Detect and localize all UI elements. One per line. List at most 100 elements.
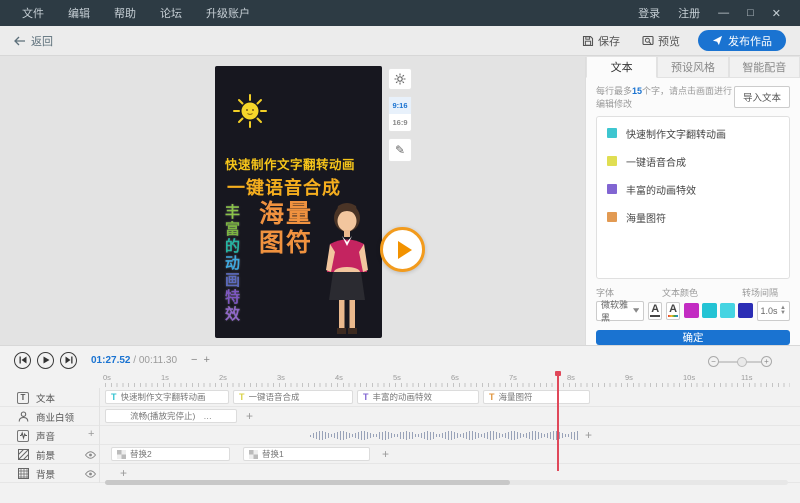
- ruler-tick-label: 6s: [451, 373, 459, 382]
- aspect-ratio-16-9[interactable]: 16:9: [389, 114, 411, 131]
- avatar-action-block[interactable]: 流畅(播放完停止)…: [105, 409, 237, 423]
- track-label-background: 背景: [0, 464, 100, 483]
- text-track-icon: T: [17, 392, 29, 404]
- track-content-text: T快速制作文字翻转动画 T一键语音合成 T丰富的动画特效 T海量图符: [105, 388, 800, 407]
- background-image-icon: [17, 468, 29, 480]
- track-label-character: 商业白领: [0, 407, 100, 426]
- transition-gap-label: 转场间隔: [742, 286, 790, 299]
- canvas-edit-button[interactable]: ✎: [388, 138, 412, 162]
- menu-item-文件[interactable]: 文件: [10, 5, 56, 21]
- playhead[interactable]: [557, 374, 559, 471]
- track-label-audio: 声音 +: [0, 426, 100, 445]
- publish-button[interactable]: 发布作品: [698, 30, 786, 51]
- tab-智能配音[interactable]: 智能配音: [729, 57, 800, 78]
- zoom-in-circle-icon[interactable]: +: [761, 356, 772, 367]
- color-swatch[interactable]: [684, 303, 699, 318]
- confirm-button[interactable]: 确定: [596, 330, 790, 345]
- line-limit-hint: 每行最多15个字，请点击画面进行编辑修改: [596, 84, 734, 110]
- text-lines-listbox[interactable]: 快速制作文字翻转动画一键语音合成丰富的动画特效海量图符: [596, 116, 790, 279]
- ruler-tick-label: 11s: [741, 373, 753, 382]
- person-icon: [17, 411, 29, 423]
- text-color-gradient-button[interactable]: A: [666, 302, 680, 320]
- visibility-eye-icon[interactable]: [84, 449, 96, 461]
- text-line-item[interactable]: 一键语音合成: [607, 154, 779, 169]
- save-button[interactable]: 保存: [582, 33, 620, 49]
- chevron-down-icon: [633, 308, 639, 313]
- color-swatch[interactable]: [720, 303, 735, 318]
- vertical-char: 富: [225, 221, 243, 238]
- tab-预设风格[interactable]: 预设风格: [657, 57, 728, 78]
- slide-big-line-a: 海量: [259, 200, 313, 229]
- transition-gap-stepper[interactable]: 1.0s ▲▼: [757, 301, 790, 321]
- more-icon[interactable]: …: [203, 411, 212, 421]
- slide-big-line-b: 图符: [259, 229, 313, 258]
- zoom-out-circle-icon[interactable]: −: [708, 356, 719, 367]
- text-line-item[interactable]: 丰富的动画特效: [607, 182, 779, 197]
- canvas-side-controls: 9:16 16:9 ✎: [388, 68, 412, 162]
- text-color-solid-button[interactable]: A: [648, 302, 662, 320]
- canvas-settings-button[interactable]: [388, 68, 412, 90]
- tab-文本[interactable]: 文本: [586, 57, 657, 78]
- zoom-slider-track[interactable]: [719, 361, 761, 363]
- foreground-block[interactable]: 替换2: [111, 447, 230, 461]
- timeline-text-block[interactable]: T一键语音合成: [233, 390, 353, 404]
- ruler-tick-label: 9s: [625, 373, 633, 382]
- preview-label: 预览: [658, 33, 680, 49]
- zoom-slider-handle[interactable]: [737, 357, 747, 367]
- text-line-item[interactable]: 快速制作文字翻转动画: [607, 126, 779, 141]
- timeline-zoom-buttons[interactable]: −+: [191, 354, 216, 366]
- vertical-char: 特: [225, 289, 243, 306]
- track-name: 文本: [36, 391, 55, 405]
- text-line-item[interactable]: 海量图符: [607, 210, 779, 225]
- add-audio-button[interactable]: +: [585, 428, 592, 442]
- timeline-text-block[interactable]: T快速制作文字翻转动画: [105, 390, 229, 404]
- font-select[interactable]: 微软雅黑: [596, 301, 644, 321]
- back-button[interactable]: 返回: [14, 33, 53, 49]
- skip-forward-button[interactable]: [60, 352, 77, 369]
- add-action-button[interactable]: +: [246, 409, 253, 423]
- video-preview-canvas[interactable]: 快速制作文字翻转动画 一键语音合成 丰富的动画特效 海量 图符: [215, 66, 382, 338]
- login-link[interactable]: 登录: [629, 5, 669, 21]
- add-audio-label-button[interactable]: +: [88, 428, 94, 440]
- track-row-text: T 文本 T快速制作文字翻转动画 T一键语音合成 T丰富的动画特效 T海量图符: [0, 388, 800, 407]
- horizontal-scrollbar[interactable]: [105, 480, 788, 485]
- foreground-block[interactable]: 替换1: [243, 447, 370, 461]
- visibility-eye-icon[interactable]: [84, 468, 96, 480]
- menu-item-升级账户[interactable]: 升级账户: [194, 5, 262, 21]
- menu-item-帮助[interactable]: 帮助: [102, 5, 148, 21]
- close-button[interactable]: ✕: [763, 7, 790, 20]
- timeline-text-block[interactable]: T海量图符: [483, 390, 590, 404]
- preview-button[interactable]: 预览: [642, 33, 680, 49]
- add-background-button[interactable]: +: [120, 466, 127, 480]
- back-arrow-icon: [14, 36, 26, 46]
- vertical-char: 画: [225, 272, 243, 289]
- panel-tabs: 文本预设风格智能配音: [586, 57, 800, 78]
- timeline: 01:27.52 / 00:11.30 −+ − + 0s1s2s3s4s5s6…: [0, 345, 800, 503]
- foreground-image-icon: [17, 449, 29, 461]
- font-select-value: 微软雅黑: [601, 298, 633, 324]
- track-content-foreground: 替换2 替换1 +: [105, 445, 800, 464]
- color-swatch[interactable]: [702, 303, 717, 318]
- scrollbar-handle[interactable]: [105, 480, 510, 485]
- audio-waveform[interactable]: [310, 431, 580, 440]
- line-color-marker: [607, 156, 617, 166]
- block-label: 丰富的动画特效: [373, 391, 433, 403]
- register-link[interactable]: 注册: [669, 5, 709, 21]
- play-overlay-button[interactable]: [380, 227, 425, 272]
- menu-item-论坛[interactable]: 论坛: [148, 5, 194, 21]
- color-swatch[interactable]: [738, 303, 753, 318]
- maximize-button[interactable]: □: [738, 7, 763, 19]
- menu-item-编辑[interactable]: 编辑: [56, 5, 102, 21]
- ruler-tick-label: 2s: [219, 373, 227, 382]
- zoom-out-icon[interactable]: −: [191, 354, 203, 366]
- aspect-ratio-9-16[interactable]: 9:16: [389, 97, 411, 114]
- timeline-text-block[interactable]: T丰富的动画特效: [357, 390, 479, 404]
- zoom-in-icon[interactable]: +: [203, 354, 215, 366]
- skip-back-button[interactable]: [14, 352, 31, 369]
- add-foreground-button[interactable]: +: [382, 447, 389, 461]
- minimize-button[interactable]: —: [709, 7, 738, 19]
- play-button[interactable]: [37, 352, 54, 369]
- stepper-arrows[interactable]: ▲▼: [780, 306, 789, 316]
- timeline-ruler[interactable]: 0s1s2s3s4s5s6s7s8s9s10s11s: [105, 373, 790, 387]
- import-text-button[interactable]: 导入文本: [734, 86, 790, 108]
